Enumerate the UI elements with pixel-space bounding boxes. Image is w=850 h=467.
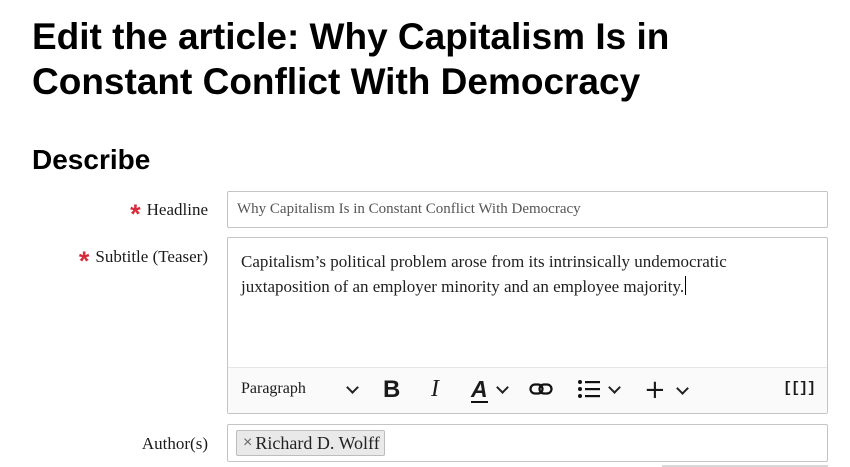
font-color-icon: A [471,376,488,403]
text-caret [685,276,687,295]
remove-author-icon[interactable]: × [243,434,252,452]
headline-label-text: Headline [146,200,208,219]
chevron-down-icon [608,380,621,394]
chevron-down-icon [345,380,359,394]
font-color-letter: A [471,376,488,402]
link-button[interactable] [529,378,553,400]
italic-button[interactable]: I [431,376,439,403]
headline-input[interactable] [227,191,828,228]
chevron-down-icon [675,381,689,395]
section-title: Describe [32,144,151,175]
subtitle-editor[interactable]: Capitalism’s political problem arose fro… [227,237,828,414]
authors-label-text: Author(s) [141,434,208,453]
editor-toolbar: Paragraph B I A + [[]] [228,367,827,413]
subtitle-text: Capitalism’s political problem arose fro… [241,252,727,296]
author-chip-name: Richard D. Wolff [255,432,380,453]
chevron-down-icon [495,381,509,394]
bold-button[interactable]: B [383,376,400,404]
insert-icon: + [644,375,666,405]
italic-icon: I [431,376,439,402]
bulleted-list-dropdown[interactable] [577,378,621,400]
link-icon [529,383,553,395]
insert-dropdown[interactable]: + [644,375,689,405]
required-asterisk: * [130,198,141,229]
subtitle-label-text: Subtitle (Teaser) [95,247,208,266]
page-title: Edit the article: Why Capitalism Is in C… [32,16,670,102]
author-chip: × Richard D. Wolff [236,430,385,456]
bulleted-list-icon [578,380,600,398]
authors-label: Author(s) [142,434,208,454]
authors-input[interactable]: × Richard D. Wolff [227,424,828,462]
bold-icon: B [383,376,401,403]
paragraph-format-label: Paragraph [241,380,306,397]
source-icon: [[]] [782,380,816,397]
headline-label: * Headline [130,198,208,229]
source-button[interactable]: [[]] [782,380,816,397]
paragraph-format-dropdown[interactable]: Paragraph [241,380,359,398]
subtitle-editor-content[interactable]: Capitalism’s political problem arose fro… [241,249,787,299]
subtitle-label: * Subtitle (Teaser) [78,245,208,276]
required-asterisk: * [78,245,90,276]
font-color-dropdown[interactable]: A [471,376,509,403]
